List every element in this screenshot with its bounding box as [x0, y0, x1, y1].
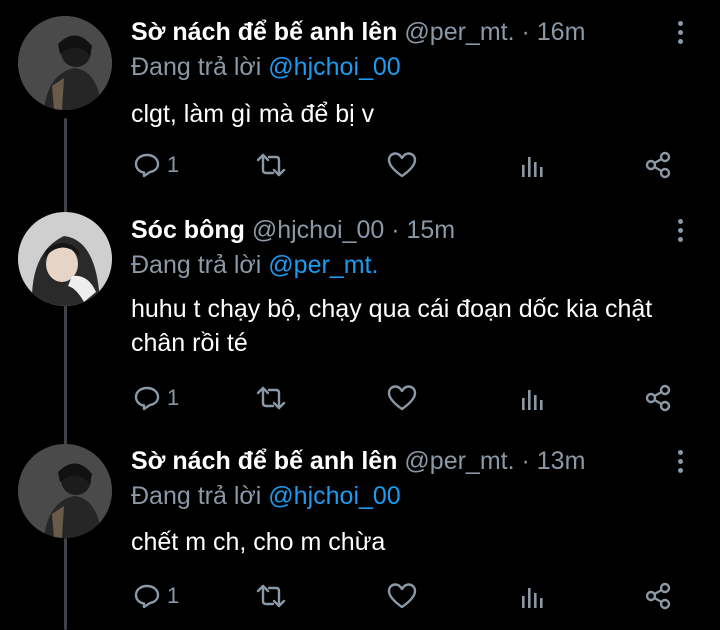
reply-icon [133, 151, 161, 179]
tweet-text: huhu t chạy bộ, chạy qua cái đoạn dốc ki… [131, 295, 653, 357]
replying-to: Đang trả lời @hjchoi_00 [131, 479, 401, 513]
share-icon [643, 150, 673, 180]
display-name[interactable]: Sờ nách để bế anh lên [131, 18, 397, 46]
share-button[interactable] [643, 381, 673, 415]
more-icon[interactable] [672, 215, 688, 249]
analytics-icon [519, 582, 545, 610]
timestamp[interactable]: 16m [537, 18, 586, 46]
analytics-icon [519, 151, 545, 179]
replying-to: Đang trả lời @hjchoi_00 [131, 50, 401, 84]
tweet-header: Sờ nách để bế anh lên @per_mt. · 16m [131, 15, 680, 49]
replying-label: Đang trả lời [131, 251, 262, 279]
display-name[interactable]: Sờ nách để bế anh lên [131, 447, 397, 475]
like-icon [387, 384, 417, 412]
retweet-icon [255, 384, 287, 412]
tweet-text: chết m ch, cho m chừa [131, 528, 386, 556]
analytics-icon [519, 384, 545, 412]
avatar[interactable] [18, 212, 112, 306]
reply-button[interactable]: 1 [133, 381, 179, 415]
reply-count: 1 [167, 385, 180, 410]
user-handle[interactable]: @per_mt. [404, 18, 514, 46]
thread-line [64, 305, 67, 447]
avatar[interactable] [18, 16, 112, 110]
like-button[interactable] [387, 579, 417, 613]
action-bar: 1 [131, 381, 691, 415]
thread-line [64, 538, 67, 630]
tweet-text: clgt, làm gì mà để bị v [131, 100, 375, 128]
reply-icon [133, 384, 161, 412]
tweet-header: Sờ nách để bế anh lên @per_mt. · 13m [131, 444, 680, 478]
analytics-button[interactable] [519, 579, 545, 613]
reply-button[interactable]: 1 [133, 579, 179, 613]
more-icon[interactable] [672, 446, 688, 480]
user-handle[interactable]: @per_mt. [404, 447, 514, 475]
share-icon [643, 383, 673, 413]
like-button[interactable] [387, 381, 417, 415]
retweet-icon [255, 151, 287, 179]
like-button[interactable] [387, 148, 417, 182]
share-icon [643, 581, 673, 611]
reply-count: 1 [167, 583, 180, 608]
thread-line [64, 118, 67, 214]
replying-to: Đang trả lời @per_mt. [131, 248, 378, 282]
tweet-header: Sóc bông @hjchoi_00 · 15m [131, 213, 680, 247]
separator-dot: · [391, 216, 400, 244]
timestamp[interactable]: 15m [407, 216, 456, 244]
analytics-button[interactable] [519, 148, 545, 182]
replying-mention[interactable]: @hjchoi_00 [268, 482, 400, 510]
replying-mention[interactable]: @hjchoi_00 [268, 53, 400, 81]
reply-icon [133, 582, 161, 610]
share-button[interactable] [643, 579, 673, 613]
replying-label: Đang trả lời [131, 53, 262, 81]
replying-label: Đang trả lời [131, 482, 262, 510]
reply-button[interactable]: 1 [133, 148, 179, 182]
display-name[interactable]: Sóc bông [131, 216, 245, 244]
replying-mention[interactable]: @per_mt. [268, 251, 378, 279]
analytics-button[interactable] [519, 381, 545, 415]
like-icon [387, 582, 417, 610]
avatar[interactable] [18, 444, 112, 538]
reply-count: 1 [167, 152, 180, 177]
timestamp[interactable]: 13m [537, 447, 586, 475]
share-button[interactable] [643, 148, 673, 182]
action-bar: 1 [131, 148, 691, 182]
action-bar: 1 [131, 579, 691, 613]
retweet-button[interactable] [255, 381, 287, 415]
retweet-button[interactable] [255, 579, 287, 613]
separator-dot: · [521, 447, 530, 475]
user-handle[interactable]: @hjchoi_00 [252, 216, 384, 244]
retweet-button[interactable] [255, 148, 287, 182]
more-icon[interactable] [672, 17, 688, 51]
retweet-icon [255, 582, 287, 610]
separator-dot: · [521, 18, 530, 46]
like-icon [387, 151, 417, 179]
